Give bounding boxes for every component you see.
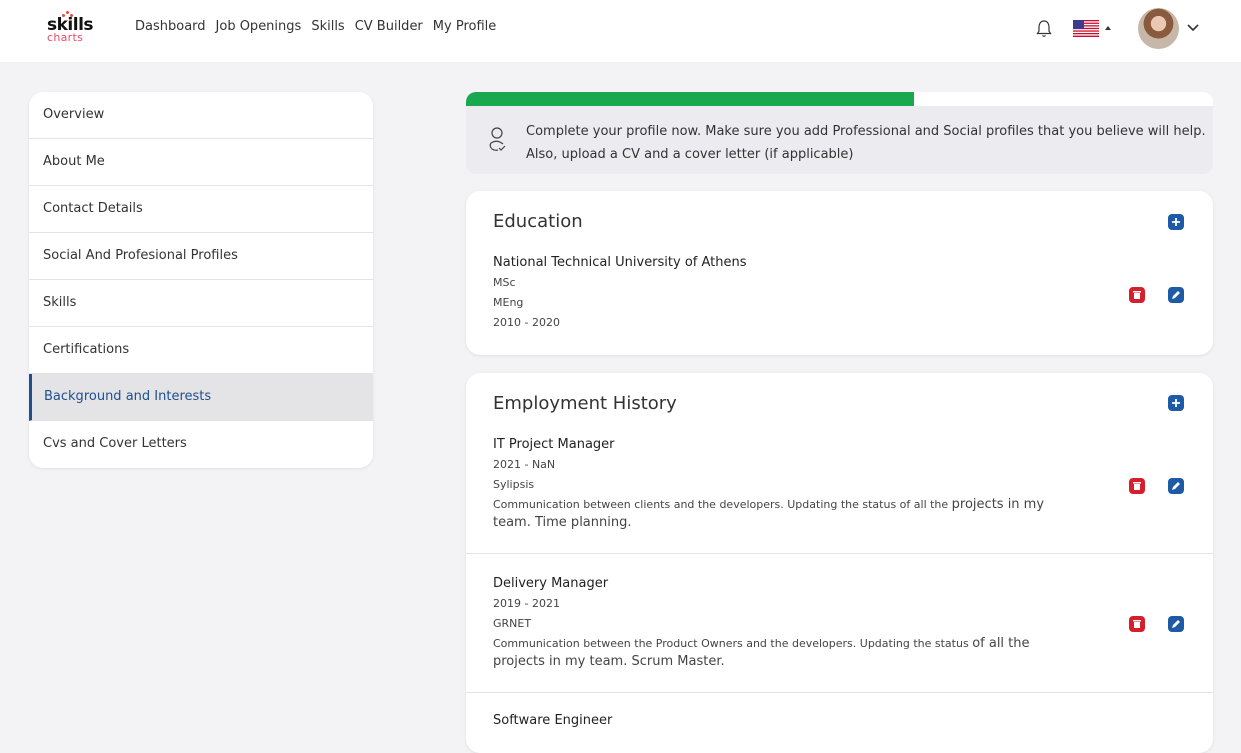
education-entry: National Technical University of Athens …: [493, 255, 1093, 329]
pencil-icon: [1172, 482, 1180, 490]
us-flag-icon[interactable]: [1073, 20, 1099, 37]
delete-employment-button[interactable]: [1129, 616, 1145, 632]
sidebar-item-cvs-cover-letters[interactable]: Cvs and Cover Letters: [29, 421, 373, 468]
job-role: Software Engineer: [493, 713, 613, 728]
nav-my-profile[interactable]: My Profile: [433, 19, 496, 34]
nav-cv-builder[interactable]: CV Builder: [355, 19, 423, 34]
school-name: National Technical University of Athens: [493, 255, 747, 270]
edit-employment-button[interactable]: [1168, 616, 1184, 632]
job-description: Communication between clients and the de…: [493, 496, 1083, 532]
notice-text: Complete your profile now. Make sure you…: [526, 124, 1206, 162]
sidebar-item-social-profiles[interactable]: Social And Profesional Profiles: [29, 233, 373, 280]
user-check-icon: [489, 127, 506, 151]
divider: [466, 692, 1213, 693]
main-nav: Dashboard Job Openings Skills CV Builder…: [135, 19, 506, 34]
employment-entry: Delivery Manager 2019 - 2021 GRNET Commu…: [493, 576, 1093, 671]
edit-employment-button[interactable]: [1168, 478, 1184, 494]
education-years: 2010 - 2020: [493, 316, 560, 329]
profile-progress-bar: [466, 92, 1213, 106]
plus-icon: [1172, 218, 1180, 226]
profile-progress-fill: [466, 92, 915, 106]
sidebar-item-about-me[interactable]: About Me: [29, 139, 373, 186]
chevron-down-icon[interactable]: [1186, 20, 1200, 34]
job-role: Delivery Manager: [493, 576, 609, 591]
degree: MEng: [493, 296, 524, 309]
job-years: 2021 - NaN: [493, 458, 556, 471]
pencil-icon: [1172, 291, 1180, 299]
job-role: IT Project Manager: [493, 437, 615, 452]
education-title: Education: [493, 211, 583, 232]
edit-education-button[interactable]: [1168, 287, 1184, 303]
employment-entry: Software Engineer: [493, 713, 1093, 728]
add-employment-button[interactable]: [1168, 395, 1184, 411]
trash-icon: [1133, 620, 1141, 628]
nav-skills[interactable]: Skills: [311, 19, 344, 34]
employment-history-card: Employment History IT Project Manager 20…: [466, 373, 1213, 753]
top-navbar: skills charts Dashboard Job Openings Ski…: [0, 0, 1241, 62]
company-name: Sylipsis: [493, 478, 535, 491]
caret-up-icon[interactable]: [1105, 26, 1111, 30]
employment-entry: IT Project Manager 2021 - NaN Sylipsis C…: [493, 437, 1093, 532]
sidebar-item-certifications[interactable]: Certifications: [29, 327, 373, 374]
employment-title: Employment History: [493, 393, 677, 414]
job-description-text: Communication between the Product Owners…: [493, 637, 973, 650]
sidebar-item-background-interests[interactable]: Background and Interests: [29, 374, 373, 421]
trash-icon: [1133, 482, 1141, 490]
job-years: 2019 - 2021: [493, 597, 560, 610]
profile-sidebar: Overview About Me Contact Details Social…: [29, 92, 373, 468]
logo-subtext: charts: [47, 31, 84, 44]
divider: [466, 553, 1213, 554]
skillscharts-logo[interactable]: skills charts: [47, 11, 94, 45]
sidebar-item-contact-details[interactable]: Contact Details: [29, 186, 373, 233]
job-description-text: Communication between clients and the de…: [493, 498, 952, 511]
bell-icon[interactable]: [1036, 19, 1052, 39]
sidebar-item-skills[interactable]: Skills: [29, 280, 373, 327]
education-card: Education National Technical University …: [466, 191, 1213, 355]
delete-education-button[interactable]: [1129, 287, 1145, 303]
avatar[interactable]: [1138, 8, 1179, 49]
company-name: GRNET: [493, 617, 532, 630]
pencil-icon: [1172, 620, 1180, 628]
plus-icon: [1172, 399, 1180, 407]
job-description: Communication between the Product Owners…: [493, 635, 1083, 671]
add-education-button[interactable]: [1168, 214, 1184, 230]
nav-job-openings[interactable]: Job Openings: [216, 19, 302, 34]
trash-icon: [1133, 291, 1141, 299]
sidebar-item-overview[interactable]: Overview: [29, 92, 373, 139]
degree: MSc: [493, 276, 516, 289]
nav-dashboard[interactable]: Dashboard: [135, 19, 206, 34]
delete-employment-button[interactable]: [1129, 478, 1145, 494]
profile-completion-notice: Complete your profile now. Make sure you…: [466, 106, 1213, 174]
